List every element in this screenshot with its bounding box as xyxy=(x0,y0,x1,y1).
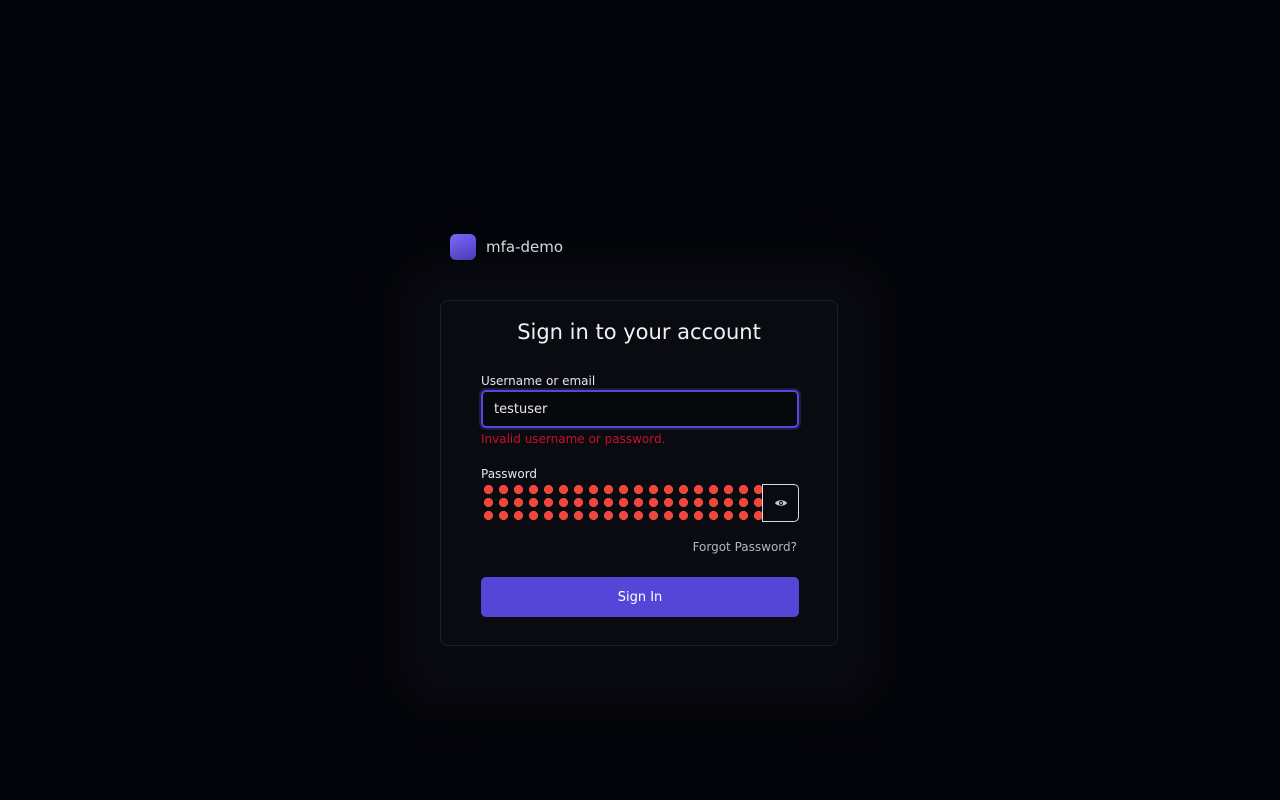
password-input[interactable] xyxy=(481,484,762,522)
page-title: Sign in to your account xyxy=(517,320,761,344)
password-field-group xyxy=(481,484,799,522)
password-label: Password xyxy=(481,467,538,481)
forgot-password-link[interactable]: Forgot Password? xyxy=(693,540,797,554)
brand-logo-icon xyxy=(450,234,476,260)
login-error-message: Invalid username or password. xyxy=(481,432,666,446)
show-password-button[interactable] xyxy=(762,484,799,522)
sign-in-button[interactable]: Sign In xyxy=(481,577,799,617)
eye-icon xyxy=(774,500,787,506)
brand-name: mfa-demo xyxy=(486,238,564,256)
brand-header: mfa-demo xyxy=(450,234,563,260)
login-page: mfa-demo Sign in to your account Usernam… xyxy=(0,0,1280,800)
username-input[interactable] xyxy=(481,390,799,428)
username-label: Username or email xyxy=(481,374,596,388)
login-card: Sign in to your account Username or emai… xyxy=(440,300,838,646)
